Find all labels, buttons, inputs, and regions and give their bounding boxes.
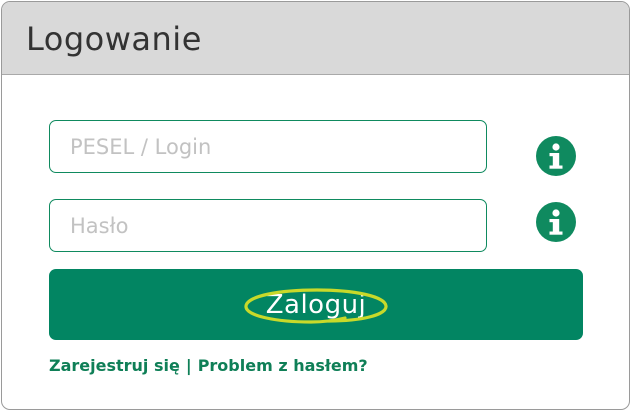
register-link[interactable]: Zarejestruj się [49, 356, 180, 375]
password-input[interactable] [50, 200, 486, 251]
link-separator: | [185, 356, 192, 375]
login-button[interactable]: Zaloguj [49, 269, 583, 340]
password-problem-link[interactable]: Problem z hasłem? [198, 356, 368, 375]
panel-header: Logowanie [2, 2, 629, 75]
password-field[interactable] [49, 199, 487, 252]
info-glyph-icon [549, 209, 563, 235]
password-info-icon[interactable] [536, 202, 576, 242]
panel-title: Logowanie [26, 20, 202, 58]
login-input[interactable] [50, 121, 486, 172]
login-panel: Logowanie Zaloguj Zarejestruj się | Proble… [1, 1, 630, 410]
login-button-label: Zaloguj [265, 289, 367, 320]
info-glyph-icon [549, 143, 563, 169]
login-info-icon[interactable] [536, 136, 576, 176]
footer-links: Zarejestruj się | Problem z hasłem? [49, 356, 368, 375]
login-field[interactable] [49, 120, 487, 173]
